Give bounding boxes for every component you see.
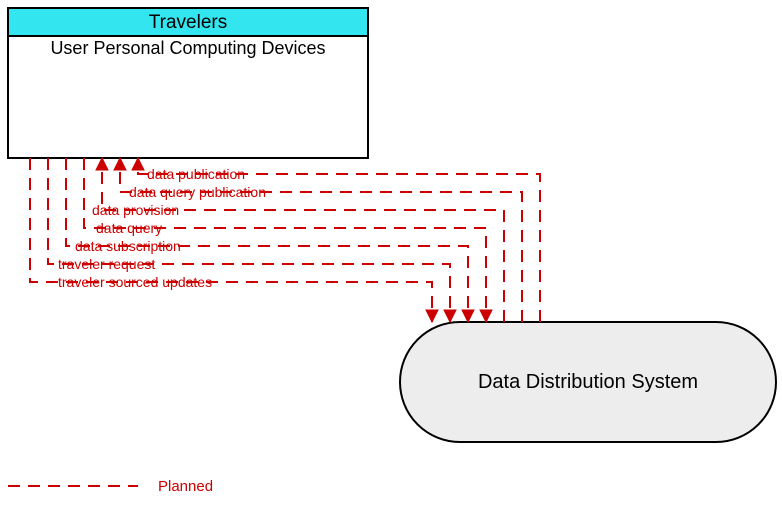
flow-label: data subscription [75, 238, 181, 254]
architecture-diagram: Travelers User Personal Computing Device… [0, 0, 782, 520]
arrowhead-icon [96, 158, 108, 170]
node-travelers: Travelers User Personal Computing Device… [8, 8, 368, 158]
flow-label: data publication [147, 166, 245, 182]
legend: Planned [8, 478, 213, 495]
dds-title: Data Distribution System [478, 371, 698, 393]
flow-label: data query [96, 220, 162, 236]
travelers-title: Travelers [149, 12, 227, 33]
arrowhead-icon [426, 310, 438, 322]
arrowhead-icon [114, 158, 126, 170]
flow-label: data query publication [129, 184, 266, 200]
flow-label: traveler request [58, 256, 155, 272]
flow-label: data provision [92, 202, 179, 218]
arrowhead-icon [444, 310, 456, 322]
arrowhead-icon [462, 310, 474, 322]
legend-planned-label: Planned [158, 478, 213, 495]
flow-data-publication [138, 158, 540, 322]
node-dds: Data Distribution System [400, 322, 776, 442]
arrowhead-icon [132, 158, 144, 170]
flow-label: traveler sourced updates [58, 274, 212, 290]
arrowhead-icon [480, 310, 492, 322]
travelers-subtitle: User Personal Computing Devices [50, 38, 325, 58]
